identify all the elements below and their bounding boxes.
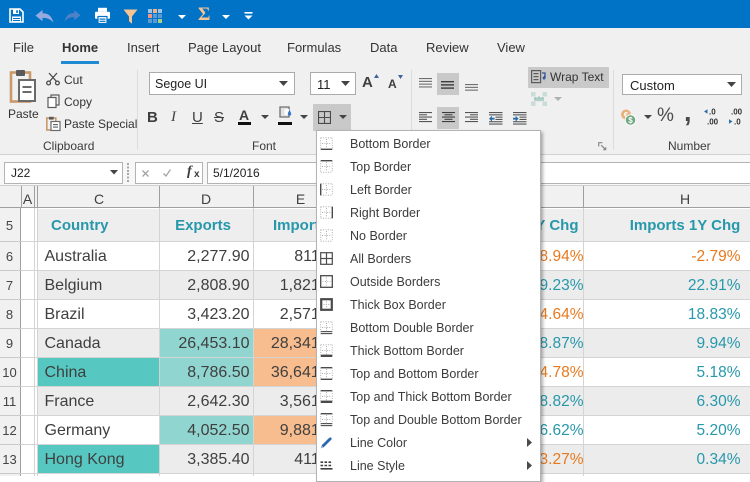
svg-text:+A+: +A+ [533, 97, 545, 103]
svg-text:.00: .00 [707, 118, 719, 127]
svg-text:$: $ [628, 116, 633, 125]
svg-text:.0: .0 [709, 108, 716, 117]
svg-text:.0: .0 [734, 118, 741, 127]
svg-text:.00: .00 [731, 108, 743, 117]
